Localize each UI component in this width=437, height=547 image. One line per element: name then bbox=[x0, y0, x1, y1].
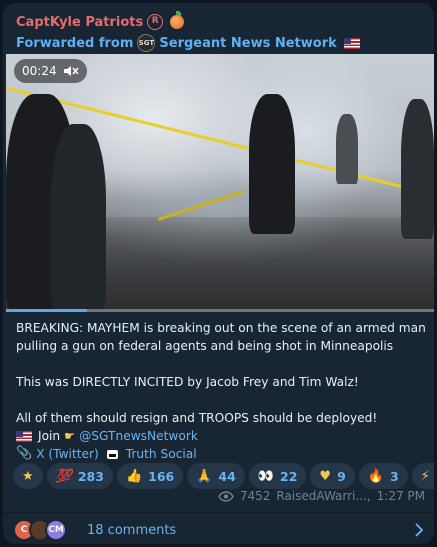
forwarded-channel-name: Sergeant News Network bbox=[159, 35, 337, 51]
muted-icon[interactable] bbox=[63, 64, 79, 78]
reaction-count: 9 bbox=[337, 468, 346, 484]
reactions-bar: ★ 💯 283 👍 166 🙏 44 👀 22 ♥ 9 🔥 3 ⚡ 3 bbox=[13, 463, 434, 489]
message-bubble: CaptKyle Patriots R Forwarded from SGT S… bbox=[3, 3, 434, 544]
pray-icon: 🙏 bbox=[196, 468, 213, 484]
commenter-avatars: C CM bbox=[13, 519, 81, 541]
paperclip-icon: 📎 bbox=[16, 446, 33, 461]
avatar: CM bbox=[45, 519, 67, 541]
comments-divider bbox=[3, 512, 434, 513]
video-time-badge: 00:24 bbox=[14, 59, 87, 83]
video-progress-fill bbox=[6, 309, 88, 312]
channel-avatar: SGT bbox=[137, 34, 156, 52]
chevron-right-icon bbox=[415, 523, 424, 537]
message-text: BREAKING: MAYHEM is breaking out on the … bbox=[16, 319, 426, 463]
comments-count-label: 18 comments bbox=[87, 522, 177, 538]
x-twitter-link[interactable]: X (Twitter) bbox=[36, 445, 99, 463]
video-figure-center bbox=[249, 94, 295, 234]
video-progress-bar[interactable] bbox=[6, 309, 434, 312]
video-figure-left-2 bbox=[51, 124, 106, 312]
reaction-lightning[interactable]: ⚡ 3 bbox=[411, 463, 434, 489]
message-meta: 7452 RaisedAWarri..., 1:27 PM bbox=[218, 489, 425, 503]
forwarded-from[interactable]: Forwarded from SGT Sergeant News Network bbox=[16, 33, 421, 53]
truth-social-link[interactable]: Truth Social bbox=[126, 445, 197, 463]
forwarded-prefix: Forwarded from bbox=[16, 35, 134, 51]
reaction-hundred[interactable]: 💯 283 bbox=[46, 463, 113, 489]
heart-icon: ♥ bbox=[319, 468, 332, 484]
video-figure-right bbox=[401, 99, 434, 239]
message-header: CaptKyle Patriots R Forwarded from SGT S… bbox=[3, 3, 434, 53]
thumbs-up-icon: 👍 bbox=[125, 468, 143, 484]
social-links-line: 📎 X (Twitter) Truth Social bbox=[16, 445, 426, 463]
video-figure-back bbox=[336, 114, 358, 184]
message-paragraph-2: This was DIRECTLY INCITED by Jacob Frey … bbox=[16, 375, 359, 389]
reaction-count: 44 bbox=[218, 468, 236, 484]
truth-social-icon bbox=[106, 449, 118, 459]
reaction-eyes[interactable]: 👀 22 bbox=[248, 463, 307, 489]
message-paragraph-1: BREAKING: MAYHEM is breaking out on the … bbox=[16, 321, 426, 353]
view-count: 7452 bbox=[239, 489, 271, 503]
reaction-count: 166 bbox=[148, 468, 175, 484]
video-player[interactable]: 00:24 bbox=[6, 54, 434, 312]
reaction-star[interactable]: ★ bbox=[13, 463, 43, 489]
peach-icon bbox=[170, 11, 185, 29]
pointing-hand-icon: ☛ bbox=[64, 429, 76, 443]
fire-icon: 🔥 bbox=[367, 468, 384, 484]
reaction-fire[interactable]: 🔥 3 bbox=[358, 463, 408, 489]
us-flag-icon bbox=[343, 37, 360, 49]
join-line: Join ☛ @SGTnewsNetwork bbox=[16, 427, 426, 445]
post-author: RaisedAWarri..., bbox=[276, 489, 371, 503]
post-time: 1:27 PM bbox=[376, 489, 425, 503]
eyes-icon: 👀 bbox=[257, 468, 274, 484]
reaction-pray[interactable]: 🙏 44 bbox=[187, 463, 245, 489]
reaction-count: 3 bbox=[389, 468, 399, 484]
reaction-count: 283 bbox=[77, 468, 104, 484]
sender-name[interactable]: CaptKyle Patriots R bbox=[16, 11, 421, 32]
lightning-icon: ⚡ bbox=[420, 468, 430, 484]
views-icon bbox=[218, 490, 234, 502]
sender-label: CaptKyle Patriots bbox=[16, 14, 144, 30]
star-icon: ★ bbox=[22, 468, 34, 484]
video-duration: 00:24 bbox=[22, 64, 57, 78]
message-paragraph-3: All of them should resign and TROOPS sho… bbox=[16, 411, 378, 425]
hundred-icon: 💯 bbox=[55, 468, 72, 484]
channel-handle-link[interactable]: @SGTnewsNetwork bbox=[79, 427, 198, 445]
reaction-count: 22 bbox=[280, 468, 298, 484]
reaction-heart[interactable]: ♥ 9 bbox=[310, 463, 355, 489]
join-label: Join bbox=[38, 429, 61, 443]
registered-icon: R bbox=[147, 14, 164, 30]
reaction-thumbs-up[interactable]: 👍 166 bbox=[116, 463, 184, 489]
us-flag-icon bbox=[16, 430, 32, 442]
comments-row[interactable]: C CM 18 comments bbox=[13, 516, 424, 544]
